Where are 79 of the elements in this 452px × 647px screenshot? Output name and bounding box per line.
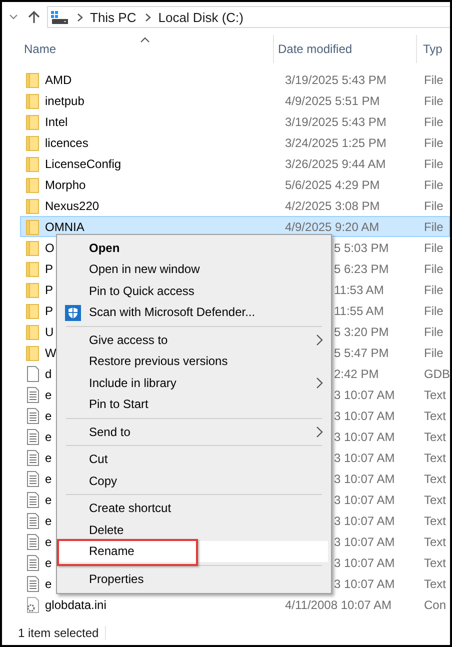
date-modified: 4/9/2025 9:20 AM <box>285 220 380 234</box>
file-type: Text <box>424 556 446 570</box>
file-type: File <box>424 282 444 296</box>
file-type: File <box>424 178 444 192</box>
date-modified: 3 10:07 AM <box>334 556 395 570</box>
file-name: U <box>45 324 54 338</box>
date-modified: 3 10:07 AM <box>334 576 395 590</box>
date-modified: 5/6/2025 4:29 PM <box>285 178 380 192</box>
file-name: P <box>45 282 54 296</box>
file-type: Text <box>424 472 446 486</box>
date-modified: 3 10:07 AM <box>334 388 395 402</box>
file-name: LicenseConfig <box>45 156 122 170</box>
date-modified: 3 10:07 AM <box>334 408 395 422</box>
file-name: Morpho <box>45 178 86 192</box>
date-modified: 5 3:20 PM <box>334 324 389 338</box>
file-name: e <box>45 514 52 528</box>
file-type: File <box>424 114 444 128</box>
status-text: 1 item selected <box>18 626 106 640</box>
file-type: Text <box>424 430 446 444</box>
file-name: P <box>45 262 54 276</box>
date-modified: 3/26/2025 9:44 AM <box>285 156 386 170</box>
file-name: P <box>45 304 54 318</box>
file-name: e <box>45 472 52 486</box>
file-type: GDB <box>424 366 450 380</box>
file-type: Text <box>424 450 446 464</box>
file-name: Nexus220 <box>45 198 100 212</box>
file-type: File <box>424 94 444 108</box>
file-type: File <box>424 346 444 360</box>
file-name: AMD <box>45 72 72 86</box>
date-modified: 3 10:07 AM <box>334 514 395 528</box>
date-modified: 5 5:03 PM <box>334 240 389 254</box>
date-modified: 3/24/2025 1:25 PM <box>285 136 386 150</box>
file-type: File <box>424 156 444 170</box>
date-modified: 3 10:07 AM <box>334 492 395 506</box>
file-name: e <box>45 388 52 402</box>
file-name: Intel <box>45 114 68 128</box>
file-name: e <box>45 408 52 422</box>
date-modified: 3/19/2025 5:43 PM <box>285 72 386 86</box>
file-name: OMNIA <box>45 220 84 234</box>
file-type: File <box>424 220 444 234</box>
file-type: File <box>424 198 444 212</box>
file-type: Text <box>424 492 446 506</box>
file-name: e <box>45 430 52 444</box>
date-modified: 3 10:07 AM <box>334 430 395 444</box>
date-modified: 4/2/2025 3:08 PM <box>285 198 380 212</box>
file-name: globdata.ini <box>45 598 106 612</box>
file-name: e <box>45 534 52 548</box>
date-modified: 4/9/2025 5:51 PM <box>285 94 380 108</box>
file-type: Text <box>424 388 446 402</box>
file-name: e <box>45 576 52 590</box>
file-name: e <box>45 492 52 506</box>
file-type: Text <box>424 408 446 422</box>
date-modified: 3 10:07 AM <box>334 450 395 464</box>
date-modified: 3/19/2025 5:43 PM <box>285 114 386 128</box>
file-name: e <box>45 450 52 464</box>
file-name: O <box>45 240 54 254</box>
date-modified: 11:53 AM <box>334 282 384 296</box>
date-modified: 2:42 PM <box>334 366 379 380</box>
file-type: File <box>424 324 444 338</box>
file-name: d <box>45 366 52 380</box>
file-type: Text <box>424 576 446 590</box>
date-modified: 3 10:07 AM <box>334 472 395 486</box>
date-modified: 5 6:23 PM <box>334 262 389 276</box>
file-type: File <box>424 136 444 150</box>
file-type: File <box>424 262 444 276</box>
date-modified: 3 10:07 AM <box>334 534 395 548</box>
date-modified: 11:55 AM <box>334 304 384 318</box>
date-modified: 4/11/2008 10:07 AM <box>285 598 392 612</box>
file-name: e <box>45 556 52 570</box>
date-modified: 5 5:47 PM <box>334 346 389 360</box>
file-type: Text <box>424 534 446 548</box>
file-type: File <box>424 240 444 254</box>
file-type: Text <box>424 514 446 528</box>
file-name: W <box>45 346 56 360</box>
file-name: inetpub <box>45 94 84 108</box>
file-type: Con <box>424 598 446 612</box>
file-type: File <box>424 72 444 86</box>
file-type: File <box>424 304 444 318</box>
file-name: licences <box>45 136 88 150</box>
